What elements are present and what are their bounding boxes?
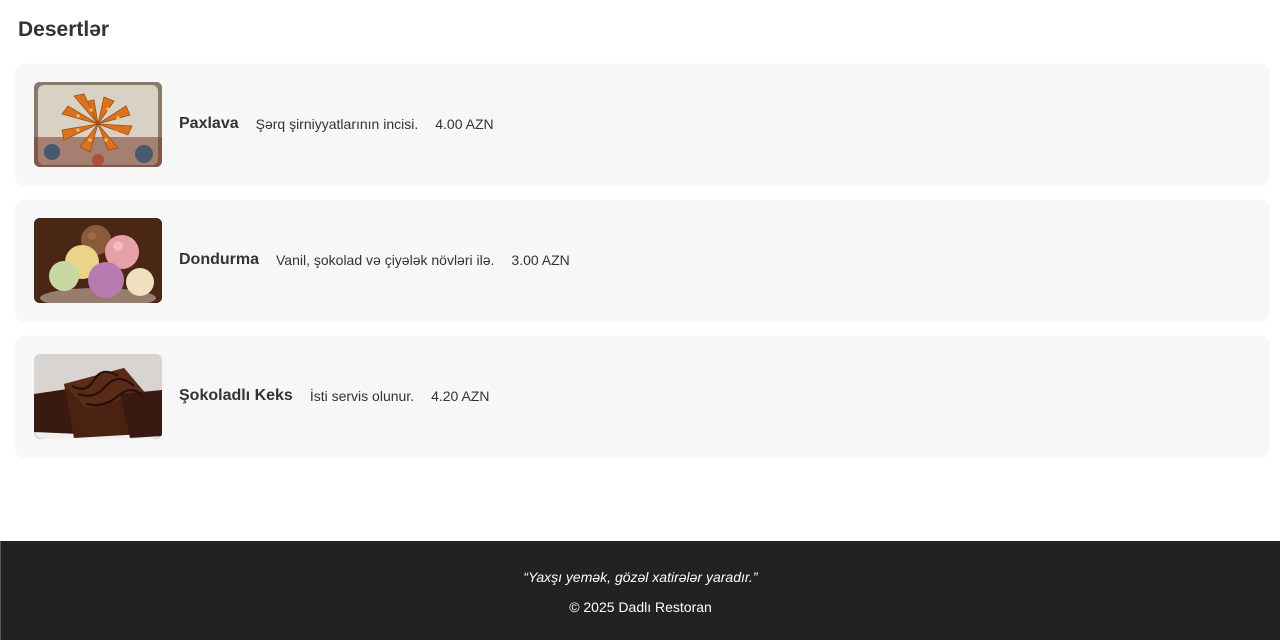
menu-item-sokoladli-keks: Şokoladlı Keks İsti servis olunur. 4.20 … — [16, 336, 1269, 456]
footer-copyright: © 2025 Dadlı Restoran — [569, 599, 712, 615]
ice-cream-image — [34, 217, 162, 303]
item-description: İsti servis olunur. — [309, 388, 415, 404]
baklava-image — [34, 81, 162, 167]
section-title: Desertlər — [18, 18, 110, 41]
baklava-photo — [34, 81, 162, 167]
chocolate-cake-photo — [34, 353, 162, 439]
chocolate-cake-image — [34, 353, 162, 439]
menu-list: Paxlava Şərq şirniyyatlarının incisi. 4.… — [16, 64, 1269, 472]
item-name: Dondurma — [179, 251, 259, 268]
item-price: 4.20 AZN — [431, 388, 490, 404]
item-price: 3.00 AZN — [511, 252, 570, 268]
item-description: Vanil, şokolad və çiyələk növləri ilə. — [276, 252, 495, 268]
item-description: Şərq şirniyyatlarının incisi. — [255, 116, 419, 132]
item-name: Paxlava — [179, 115, 239, 132]
ice-cream-photo — [34, 217, 162, 303]
footer-quote: “Yaxşı yemək, gözəl xatirələr yaradır.” — [523, 569, 758, 585]
item-name: Şokoladlı Keks — [179, 387, 293, 404]
item-price: 4.00 AZN — [435, 116, 494, 132]
page-footer: “Yaxşı yemək, gözəl xatirələr yaradır.” … — [0, 541, 1280, 640]
menu-item-paxlava: Paxlava Şərq şirniyyatlarının incisi. 4.… — [16, 64, 1269, 184]
menu-item-dondurma: Dondurma Vanil, şokolad və çiyələk növlə… — [16, 200, 1269, 320]
dessert-menu-page: Desertlər Paxlava Şərq şirniyyatlarının … — [0, 0, 1280, 640]
